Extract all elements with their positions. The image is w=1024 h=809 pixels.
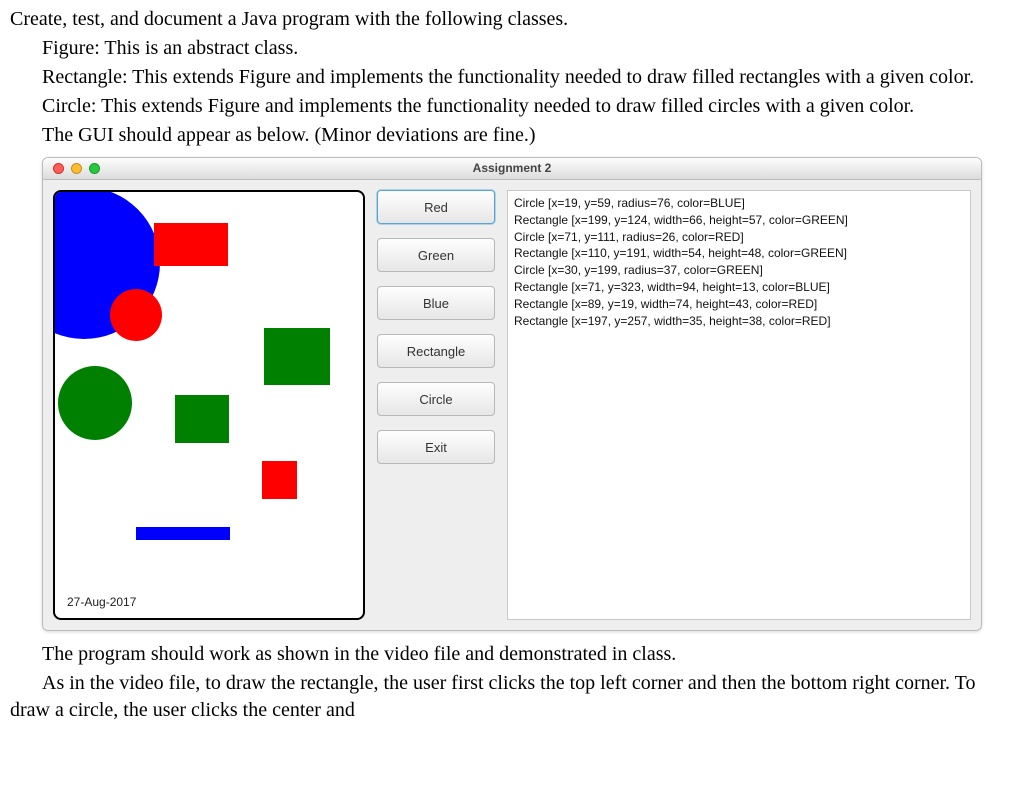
- drawing-canvas-frame: 27-Aug-2017: [53, 190, 365, 620]
- log-line: Circle [x=19, y=59, radius=76, color=BLU…: [514, 195, 964, 212]
- shape-log[interactable]: Circle [x=19, y=59, radius=76, color=BLU…: [507, 190, 971, 620]
- circle-shape: [110, 289, 162, 341]
- log-line: Circle [x=30, y=199, radius=37, color=GR…: [514, 262, 964, 279]
- rectangle-shape: [154, 223, 228, 266]
- circle-button[interactable]: Circle: [377, 382, 495, 416]
- paragraph-4: Circle: This extends Figure and implemen…: [10, 93, 1014, 120]
- red-button[interactable]: Red: [377, 190, 495, 224]
- paragraph-5: The GUI should appear as below. (Minor d…: [10, 122, 1014, 149]
- date-label: 27-Aug-2017: [67, 594, 136, 610]
- log-line: Rectangle [x=197, y=257, width=35, heigh…: [514, 313, 964, 330]
- log-line: Circle [x=71, y=111, radius=26, color=RE…: [514, 229, 964, 246]
- paragraph-7: As in the video file, to draw the rectan…: [10, 670, 1014, 724]
- log-line: Rectangle [x=71, y=323, width=94, height…: [514, 279, 964, 296]
- window-titlebar: Assignment 2: [43, 158, 981, 180]
- paragraph-6: The program should work as shown in the …: [10, 641, 1014, 668]
- gui-screenshot: Assignment 2 27-Aug-2017 Red Green Blue …: [42, 157, 982, 631]
- button-column: Red Green Blue Rectangle Circle Exit: [377, 190, 495, 620]
- paragraph-3: Rectangle: This extends Figure and imple…: [10, 64, 1014, 91]
- rectangle-shape: [262, 461, 297, 499]
- log-line: Rectangle [x=89, y=19, width=74, height=…: [514, 296, 964, 313]
- circle-shape: [58, 366, 132, 440]
- rectangle-button[interactable]: Rectangle: [377, 334, 495, 368]
- green-button[interactable]: Green: [377, 238, 495, 272]
- window-content: 27-Aug-2017 Red Green Blue Rectangle Cir…: [43, 180, 981, 630]
- log-line: Rectangle [x=110, y=191, width=54, heigh…: [514, 245, 964, 262]
- rectangle-shape: [264, 328, 330, 385]
- paragraph-2: Figure: This is an abstract class.: [10, 35, 1014, 62]
- log-line: Rectangle [x=199, y=124, width=66, heigh…: [514, 212, 964, 229]
- rectangle-shape: [136, 527, 230, 540]
- drawing-canvas[interactable]: [65, 204, 353, 586]
- exit-button[interactable]: Exit: [377, 430, 495, 464]
- window-title: Assignment 2: [43, 160, 981, 176]
- paragraph-1: Create, test, and document a Java progra…: [10, 6, 1014, 33]
- rectangle-shape: [175, 395, 229, 443]
- app-window: Assignment 2 27-Aug-2017 Red Green Blue …: [42, 157, 982, 631]
- blue-button[interactable]: Blue: [377, 286, 495, 320]
